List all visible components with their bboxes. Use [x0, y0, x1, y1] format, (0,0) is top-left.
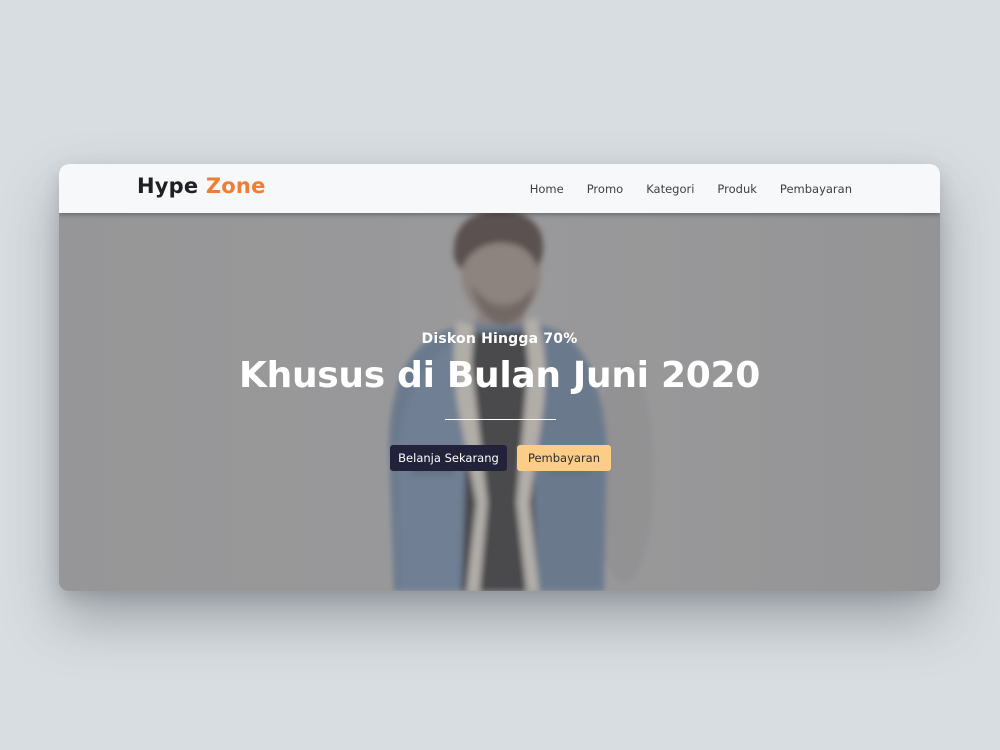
- nav-links: Home Promo Kategori Produk Pembayaran: [530, 164, 852, 213]
- hero-subtitle: Diskon Hingga 70%: [421, 331, 578, 347]
- hero-content: Diskon Hingga 70% Khusus di Bulan Juni 2…: [59, 213, 940, 591]
- payment-button[interactable]: Pembayaran: [517, 445, 611, 471]
- hero-section: Diskon Hingga 70% Khusus di Bulan Juni 2…: [59, 213, 940, 591]
- brand-name-accent: Zone: [205, 174, 266, 198]
- navbar: Hype Zone Home Promo Kategori Produk Pem…: [59, 164, 940, 213]
- hero-title: Khusus di Bulan Juni 2020: [239, 355, 760, 396]
- shop-now-button[interactable]: Belanja Sekarang: [390, 445, 507, 471]
- nav-item-pembayaran[interactable]: Pembayaran: [780, 182, 852, 196]
- nav-item-promo[interactable]: Promo: [587, 182, 623, 196]
- brand-name-primary: Hype: [137, 174, 199, 198]
- brand-logo[interactable]: Hype Zone: [137, 174, 266, 198]
- nav-item-home[interactable]: Home: [530, 182, 564, 196]
- hero-divider: [445, 419, 556, 420]
- browser-window: Hype Zone Home Promo Kategori Produk Pem…: [59, 164, 940, 591]
- nav-item-kategori[interactable]: Kategori: [646, 182, 694, 196]
- nav-item-produk[interactable]: Produk: [717, 182, 757, 196]
